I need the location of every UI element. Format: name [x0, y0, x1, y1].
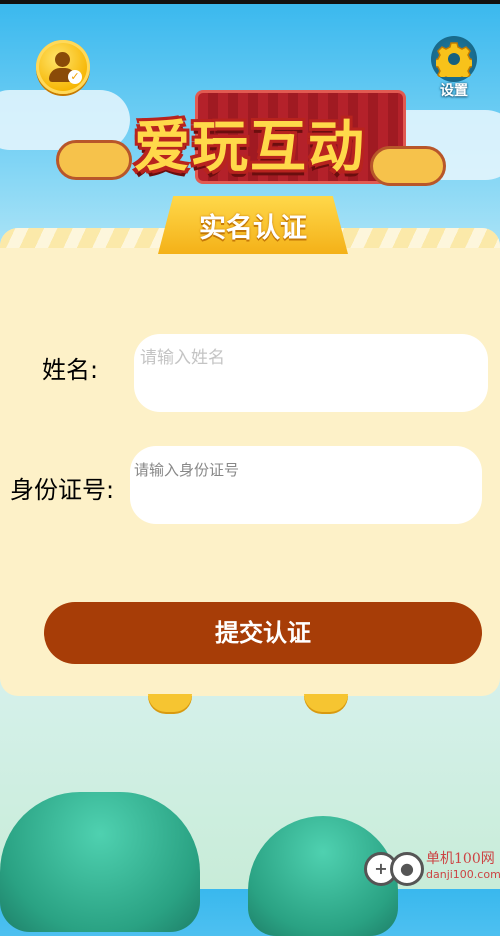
user-icon	[55, 52, 70, 67]
coin-decoration	[148, 694, 192, 712]
id-number-label: 身份证号:	[10, 476, 115, 504]
game-logo: 爱玩互动	[56, 82, 446, 200]
id-number-input[interactable]	[130, 446, 482, 524]
submit-verification-button[interactable]: 提交认证	[44, 602, 482, 664]
coin-decoration	[304, 694, 348, 712]
status-bar	[0, 0, 500, 4]
name-label: 姓名:	[42, 356, 99, 384]
watermark: + ● 单机100网 danji100.com	[362, 846, 500, 886]
hill-decoration	[0, 792, 200, 932]
logo-title: 爱玩互动	[134, 115, 366, 180]
gear-icon	[436, 42, 472, 77]
form-heading: 实名认证	[199, 213, 307, 244]
eye-icon: ●	[390, 852, 424, 886]
name-input[interactable]	[134, 334, 488, 412]
form-heading-ribbon: 实名认证	[158, 196, 348, 254]
